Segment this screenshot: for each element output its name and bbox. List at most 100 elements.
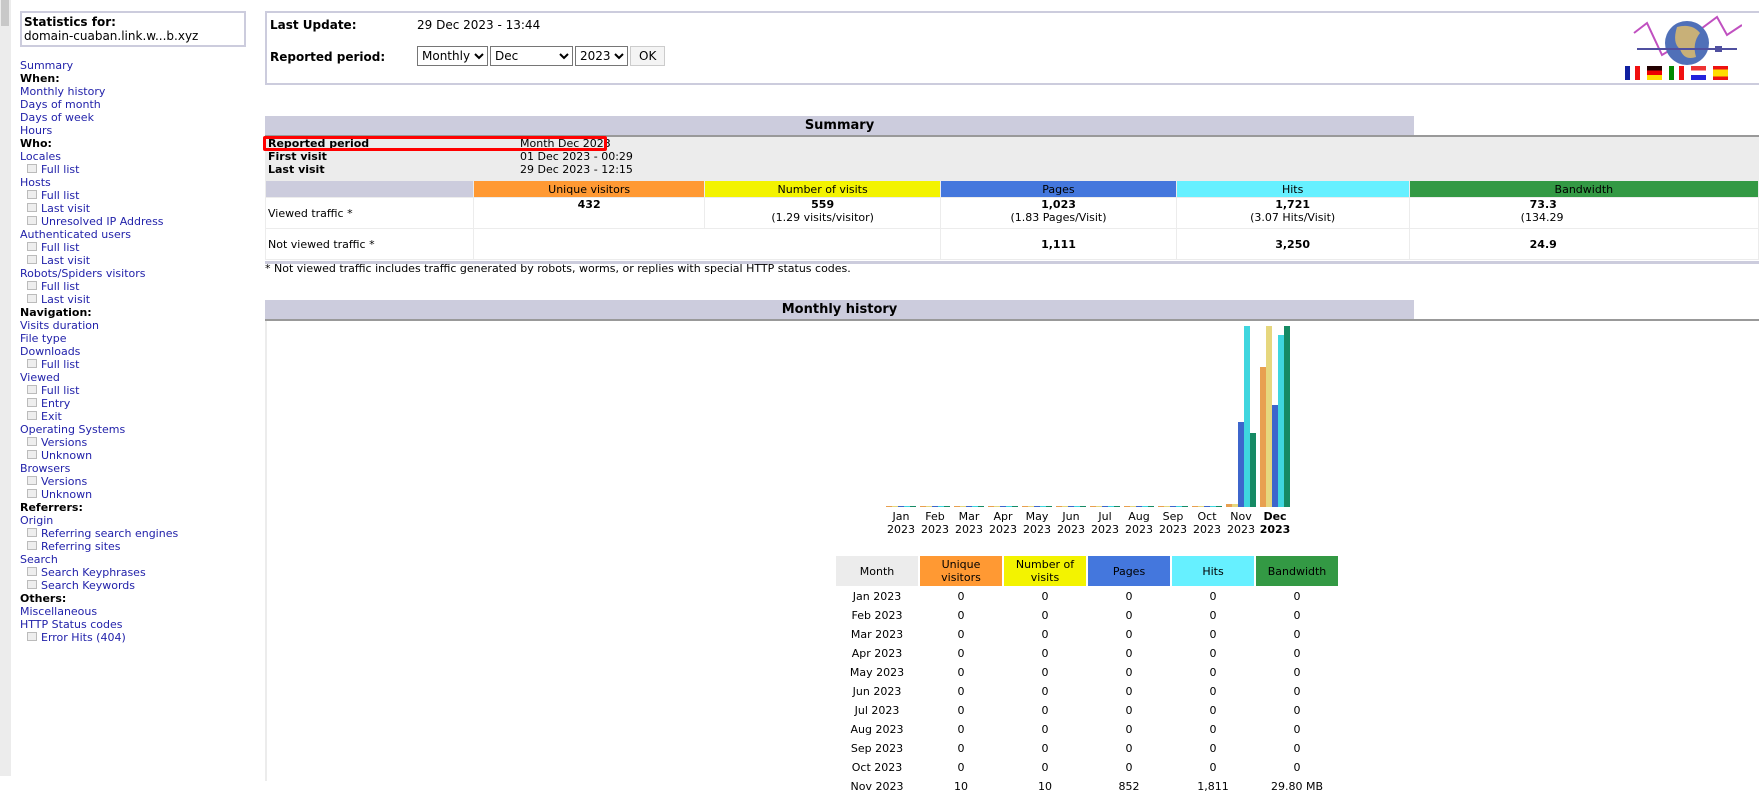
submenu-item-full-list[interactable]: Full list xyxy=(20,358,250,371)
bar-visits-jul xyxy=(1096,506,1102,507)
flag-es-icon[interactable] xyxy=(1713,66,1728,80)
submenu-item-exit[interactable]: Exit xyxy=(20,410,250,423)
submenu-item-last-visit[interactable]: Last visit xyxy=(20,293,250,306)
menu-item-robots-spiders-visitors[interactable]: Robots/Spiders visitors xyxy=(20,267,250,280)
submenu-item-versions[interactable]: Versions xyxy=(20,436,250,449)
menu-link-label[interactable]: Summary xyxy=(20,59,73,72)
table-cell: 29.80 MB xyxy=(1270,780,1324,793)
menu-link-label[interactable]: Error Hits (404) xyxy=(41,631,126,644)
menu-link-label[interactable]: Unknown xyxy=(41,488,92,501)
menu-link-label[interactable]: Full list xyxy=(41,280,79,293)
menu-item-days-of-week[interactable]: Days of week xyxy=(20,111,250,124)
menu-link-label[interactable]: Unresolved IP Address xyxy=(41,215,164,228)
menu-item-hours[interactable]: Hours xyxy=(20,124,250,137)
menu-link-label[interactable]: Last visit xyxy=(41,293,90,306)
bar-hits-aug xyxy=(1142,506,1148,507)
bar-bandwidth-jul xyxy=(1114,506,1120,507)
x-tick-year: 2023 xyxy=(1260,523,1291,536)
menu-link-label[interactable]: Versions xyxy=(41,436,87,449)
submenu-item-referring-search-engines[interactable]: Referring search engines xyxy=(20,527,250,540)
menu-link-label[interactable]: Browsers xyxy=(20,462,70,475)
menu-link-label[interactable]: File type xyxy=(20,332,66,345)
menu-link-label[interactable]: Full list xyxy=(41,358,79,371)
submenu-item-full-list[interactable]: Full list xyxy=(20,163,250,176)
menu-link-label[interactable]: Operating Systems xyxy=(20,423,125,436)
ok-button[interactable]: OK xyxy=(630,46,666,66)
month-select[interactable]: Dec xyxy=(490,46,573,66)
menu-link-label[interactable]: HTTP Status codes xyxy=(20,618,122,631)
menu-link-label[interactable]: Full list xyxy=(41,241,79,254)
menu-item-days-of-month[interactable]: Days of month xyxy=(20,98,250,111)
submenu-item-search-keywords[interactable]: Search Keywords xyxy=(20,579,250,592)
submenu-item-unknown[interactable]: Unknown xyxy=(20,488,250,501)
menu-link-label[interactable]: Downloads xyxy=(20,345,80,358)
submenu-item-last-visit[interactable]: Last visit xyxy=(20,254,250,267)
menu-item-authenticated-users[interactable]: Authenticated users xyxy=(20,228,250,241)
menu-link-label[interactable]: Origin xyxy=(20,514,53,527)
submenu-item-full-list[interactable]: Full list xyxy=(20,241,250,254)
menu-link-label[interactable]: Locales xyxy=(20,150,61,163)
x-tick-year: 2023 xyxy=(1125,523,1153,536)
flag-fr-icon[interactable] xyxy=(1625,66,1640,80)
menu-item-visits-duration[interactable]: Visits duration xyxy=(20,319,250,332)
menu-item-browsers[interactable]: Browsers xyxy=(20,462,250,475)
flag-it-icon[interactable] xyxy=(1669,66,1684,80)
menu-item-locales[interactable]: Locales xyxy=(20,150,250,163)
period-type-select[interactable]: Monthly xyxy=(417,46,488,66)
menu-item-hosts[interactable]: Hosts xyxy=(20,176,250,189)
menu-item-monthly-history[interactable]: Monthly history xyxy=(20,85,250,98)
submenu-item-unresolved-ip-address[interactable]: Unresolved IP Address xyxy=(20,215,250,228)
menu-item-search[interactable]: Search xyxy=(20,553,250,566)
menu-link-label[interactable]: Entry xyxy=(41,397,70,410)
scrollbar-track[interactable] xyxy=(0,0,11,776)
menu-link-label[interactable]: Hours xyxy=(20,124,52,137)
menu-link-label[interactable]: Referring search engines xyxy=(41,527,178,540)
menu-link-label[interactable]: Unknown xyxy=(41,449,92,462)
awstats-logo[interactable] xyxy=(1622,13,1743,83)
menu-item-miscellaneous[interactable]: Miscellaneous xyxy=(20,605,250,618)
menu-link-label[interactable]: Authenticated users xyxy=(20,228,131,241)
submenu-item-entry[interactable]: Entry xyxy=(20,397,250,410)
submenu-item-full-list[interactable]: Full list xyxy=(20,280,250,293)
menu-link-label[interactable]: Visits duration xyxy=(20,319,99,332)
menu-link-label[interactable]: Full list xyxy=(41,189,79,202)
scrollbar-thumb[interactable] xyxy=(1,0,9,26)
submenu-item-unknown[interactable]: Unknown xyxy=(20,449,250,462)
menu-link-label[interactable]: Days of week xyxy=(20,111,94,124)
menu-link-label[interactable]: Search xyxy=(20,553,58,566)
submenu-item-referring-sites[interactable]: Referring sites xyxy=(20,540,250,553)
x-tick-year: 2023 xyxy=(1023,523,1051,536)
menu-link-label[interactable]: Hosts xyxy=(20,176,51,189)
menu-item-origin[interactable]: Origin xyxy=(20,514,250,527)
menu-item-file-type[interactable]: File type xyxy=(20,332,250,345)
menu-link-label[interactable]: Search Keywords xyxy=(41,579,135,592)
menu-link-label[interactable]: Miscellaneous xyxy=(20,605,97,618)
menu-link-label[interactable]: Full list xyxy=(41,384,79,397)
menu-item-http-status-codes[interactable]: HTTP Status codes xyxy=(20,618,250,631)
menu-link-label[interactable]: Versions xyxy=(41,475,87,488)
menu-link-label[interactable]: Exit xyxy=(41,410,62,423)
submenu-item-full-list[interactable]: Full list xyxy=(20,384,250,397)
flag-de-icon[interactable] xyxy=(1647,66,1662,80)
menu-link-label[interactable]: Days of month xyxy=(20,98,101,111)
menu-link-label[interactable]: Last visit xyxy=(41,202,90,215)
menu-item-downloads[interactable]: Downloads xyxy=(20,345,250,358)
submenu-item-last-visit[interactable]: Last visit xyxy=(20,202,250,215)
submenu-item-full-list[interactable]: Full list xyxy=(20,189,250,202)
menu-item-summary[interactable]: Summary xyxy=(20,59,250,72)
menu-link-label[interactable]: Search Keyphrases xyxy=(41,566,146,579)
menu-link-label[interactable]: Robots/Spiders visitors xyxy=(20,267,146,280)
menu-link-label[interactable]: Last visit xyxy=(41,254,90,267)
year-select[interactable]: 2023 xyxy=(575,46,628,66)
menu-item-operating-systems[interactable]: Operating Systems xyxy=(20,423,250,436)
submenu-item-error-hits-404[interactable]: Error Hits (404) xyxy=(20,631,250,644)
menu-link-label[interactable]: Full list xyxy=(41,163,79,176)
menu-link-label[interactable]: Referring sites xyxy=(41,540,121,553)
menu-link-label[interactable]: Viewed xyxy=(20,371,60,384)
col-hits: Hits xyxy=(1175,180,1410,198)
flag-nl-icon[interactable] xyxy=(1691,66,1706,80)
menu-item-viewed[interactable]: Viewed xyxy=(20,371,250,384)
submenu-item-search-keyphrases[interactable]: Search Keyphrases xyxy=(20,566,250,579)
menu-link-label[interactable]: Monthly history xyxy=(20,85,105,98)
submenu-item-versions[interactable]: Versions xyxy=(20,475,250,488)
